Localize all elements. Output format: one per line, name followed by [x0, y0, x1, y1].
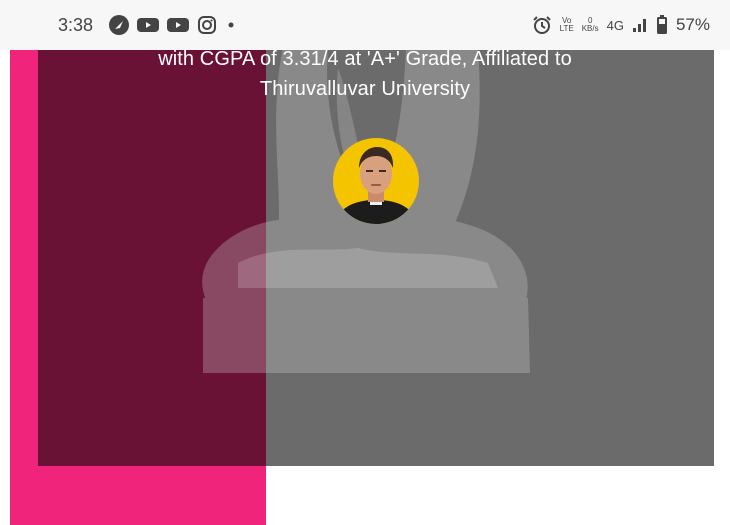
- hero-text-line-2: Thiruvalluvar University: [259, 78, 471, 100]
- battery-percent: 57%: [675, 15, 710, 34]
- notification-icons: [108, 14, 238, 36]
- status-bar: 3:38 Vo LTE 0 KB/s 4G 57%: [0, 0, 730, 50]
- system-icons: Vo LTE 0 KB/s 4G 57%: [532, 14, 710, 36]
- statue-background-image: [202, 48, 530, 373]
- status-time: 3:38: [58, 15, 94, 35]
- hero-banner: [38, 48, 714, 466]
- dot-icon: [228, 22, 234, 28]
- instagram-icon: [198, 16, 216, 34]
- network-speed-unit: KB/s: [581, 24, 599, 33]
- youtube-icon: [137, 18, 159, 32]
- founder-portrait: [333, 138, 419, 224]
- volte-label: Vo LTE: [559, 16, 574, 33]
- nav-icon: [109, 15, 129, 35]
- battery-icon: [656, 15, 667, 34]
- hero-text: with CGPA of 3.31/4 at 'A+' Grade, Affil…: [0, 48, 730, 104]
- network-type: 4G: [606, 17, 624, 33]
- youtube-icon: [167, 18, 189, 32]
- signal-icon: [632, 19, 646, 32]
- network-speed: 0 KB/s: [582, 17, 599, 33]
- alarm-icon: [532, 16, 551, 34]
